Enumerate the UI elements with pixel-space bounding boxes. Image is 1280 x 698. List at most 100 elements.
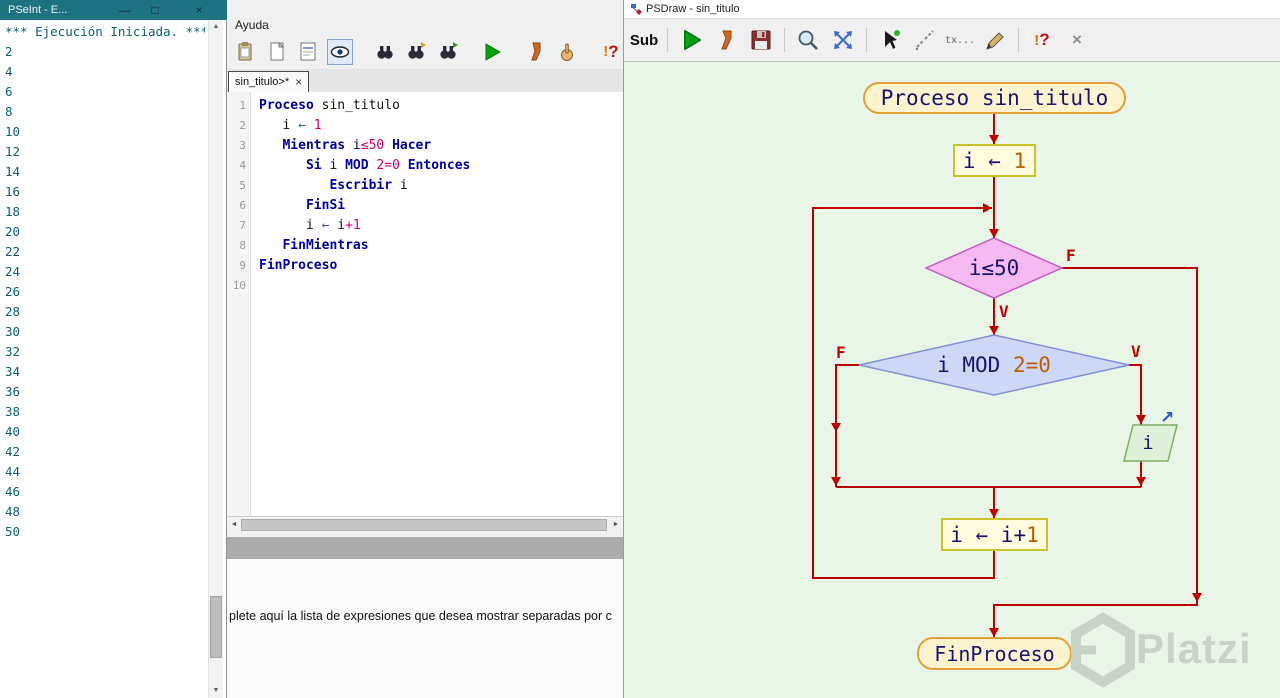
fit-view-icon[interactable]: [828, 25, 858, 55]
print-preview-icon[interactable]: [296, 39, 320, 65]
line-number: 8: [239, 239, 246, 252]
tab-sin-titulo[interactable]: sin_titulo>* ×: [228, 71, 310, 92]
run-button[interactable]: [479, 39, 503, 65]
psdraw-run-button[interactable]: [676, 25, 706, 55]
psdraw-close-button[interactable]: ×: [1062, 25, 1092, 55]
zoom-icon[interactable]: [793, 25, 823, 55]
line-number: 2: [239, 119, 246, 132]
new-document-icon[interactable]: [264, 39, 288, 65]
hand-icon-svg: [560, 43, 573, 61]
view-flowchart-eye-icon[interactable]: [327, 38, 354, 65]
paste-icon-svg: [238, 41, 252, 60]
line-number: 7: [239, 219, 246, 232]
hand-execute-icon[interactable]: [555, 39, 579, 65]
flow-connectors: [812, 114, 1202, 637]
dashed-line-tool-icon[interactable]: [910, 25, 940, 55]
console-line: 36: [5, 384, 21, 399]
dashed-icon-svg: [915, 30, 934, 51]
if-true-label: V: [1131, 342, 1141, 361]
console-line: 42: [5, 444, 21, 459]
menu-ayuda[interactable]: Ayuda: [235, 18, 269, 32]
step-debug-icon-svg: [408, 41, 427, 59]
line-number: 4: [239, 159, 246, 172]
maximize-icon[interactable]: □: [146, 0, 164, 20]
step-run-icon[interactable]: [523, 39, 547, 65]
console-titlebar[interactable]: PSeInt - E... — □ ×: [0, 0, 227, 20]
console-line: 28: [5, 304, 21, 319]
psdraw-window-icon: [631, 4, 642, 15]
trace-debug-icon[interactable]: [435, 39, 459, 65]
flow-end-node[interactable]: FinProceso: [917, 637, 1072, 670]
help-panel-text: plete aquí la lista de expresiones que d…: [229, 609, 612, 623]
doc-lines-icon-svg: [300, 42, 316, 60]
console-line: 30: [5, 324, 21, 339]
console-line: 50: [5, 524, 21, 539]
console-line: 38: [5, 404, 21, 419]
help-button[interactable]: !?: [599, 39, 623, 65]
save-button[interactable]: [746, 25, 776, 55]
select-pointer-icon[interactable]: [875, 25, 905, 55]
code-line: FinProceso: [259, 258, 338, 273]
scroll-up-icon[interactable]: ▲: [209, 20, 223, 34]
step-run-icon-svg: [530, 42, 541, 60]
close-x-icon: ×: [1072, 30, 1082, 49]
code-editor[interactable]: 1 2 3 4 5 6 7 8 9 10 Proceso sin_titulo i ← 1 Mie…: [227, 92, 623, 516]
console-line: 20: [5, 224, 21, 239]
text-tool-button[interactable]: tx...: [945, 25, 975, 55]
splitter-bar[interactable]: [227, 537, 623, 559]
doc-icon-svg: [270, 41, 284, 60]
code-line: FinMientras: [282, 238, 369, 253]
code-line: i ← i+1: [259, 218, 361, 233]
scrollbar-thumb[interactable]: [210, 596, 222, 658]
code-line: Si i MOD 2=0 Entonces: [305, 158, 471, 173]
code-line: Proceso sin_titulo: [259, 98, 400, 113]
psdraw-step-button[interactable]: [711, 25, 741, 55]
while-true-label: V: [999, 302, 1009, 321]
pointer-icon-svg: [885, 30, 900, 49]
console-line: 6: [5, 84, 13, 99]
flow-assign-i-1-node[interactable]: i ← 1: [953, 144, 1036, 177]
fit-view-icon-svg: [834, 31, 852, 49]
line-number: 10: [232, 279, 246, 292]
binoculars-icon[interactable]: [373, 39, 397, 65]
zoom-icon-svg: [798, 30, 818, 50]
console-scrollbar[interactable]: ▲ ▼: [208, 20, 223, 698]
edit-pencil-icon[interactable]: [980, 25, 1010, 55]
code-line: FinSi: [305, 198, 346, 213]
platzi-watermark-text: Platzi: [1136, 625, 1252, 672]
flow-assign-increment-node[interactable]: i ← i+ 1: [941, 518, 1048, 551]
psdraw-toolbar: Sub tx... ! ? ×: [624, 18, 1280, 62]
scroll-right-icon[interactable]: ►: [609, 517, 623, 533]
tab-close-icon[interactable]: ×: [295, 76, 302, 88]
if-decision-diamond[interactable]: [858, 334, 1130, 396]
toolbar-separator: [667, 28, 668, 52]
hscrollbar-thumb[interactable]: [241, 519, 607, 531]
console-line: 4: [5, 64, 13, 79]
console-output: *** Ejecución Iniciada. *** 2 4 6 8 10 12 14 16 1…: [5, 22, 205, 698]
trace-debug-icon-svg: [439, 41, 458, 59]
pencil-icon-svg: [986, 32, 1004, 50]
psdraw-title: PSDraw - sin_titulo: [646, 3, 740, 15]
minimize-icon[interactable]: —: [116, 0, 134, 20]
horizontal-scrollbar[interactable]: ◄ ►: [227, 516, 623, 533]
line-number: 6: [239, 199, 246, 212]
close-icon[interactable]: ×: [190, 0, 208, 20]
console-line: 10: [5, 124, 21, 139]
psdraw-help-button[interactable]: !?: [1027, 25, 1057, 55]
while-decision-diamond[interactable]: [924, 237, 1064, 299]
scroll-left-icon[interactable]: ◄: [227, 517, 241, 533]
flow-start-node[interactable]: Proceso sin_titulo: [863, 82, 1126, 114]
scroll-down-icon[interactable]: ▼: [209, 684, 223, 698]
paste-icon[interactable]: [233, 39, 257, 65]
console-line: 2: [5, 44, 13, 59]
code-text[interactable]: Proceso sin_titulo i ← 1 Mientras i≤50 H…: [251, 92, 623, 516]
psdraw-run-icon: [684, 30, 701, 50]
subprocess-button[interactable]: Sub: [629, 25, 659, 55]
step-debug-icon[interactable]: [404, 39, 428, 65]
console-window: PSeInt - E... — □ × *** Ejecución Inicia…: [0, 0, 227, 698]
tab-label: sin_titulo>*: [235, 76, 290, 88]
flowchart-canvas[interactable]: Proceso sin_titulo i ← 1 i≤50 i MOD 2=0 …: [624, 62, 1280, 698]
while-false-label: F: [1066, 246, 1076, 265]
psdraw-titlebar[interactable]: PSDraw - sin_titulo: [624, 0, 1280, 18]
output-parallelogram[interactable]: [1123, 424, 1178, 462]
